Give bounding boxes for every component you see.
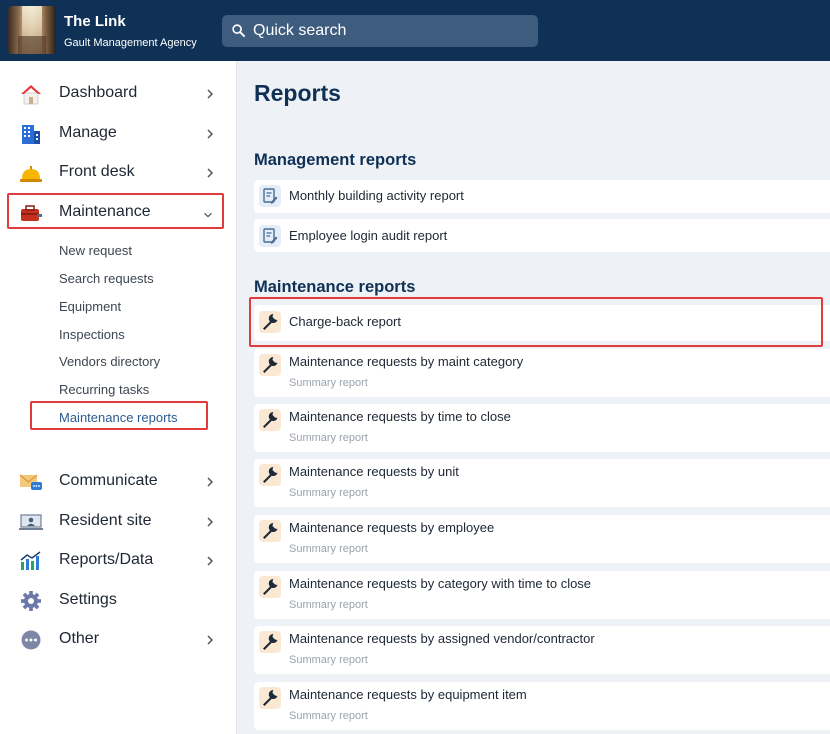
sidebar-item-label: Other xyxy=(59,630,100,647)
submenu-equipment[interactable]: Equipment xyxy=(59,299,121,314)
sidebar-item-other[interactable]: Other xyxy=(0,622,237,658)
computer-user-icon xyxy=(19,514,43,530)
chevron-right-icon xyxy=(207,129,214,139)
envelope-chat-icon xyxy=(19,474,42,490)
report-subtitle: Summary report xyxy=(289,377,368,389)
report-subtitle: Summary report xyxy=(289,710,368,722)
report-title: Maintenance requests by category with ti… xyxy=(289,576,592,591)
report-title: Maintenance requests by maint category xyxy=(289,354,524,369)
sidebar-item-label: Manage xyxy=(59,124,117,141)
section-title-management: Management reports xyxy=(254,151,417,169)
submenu-new-request[interactable]: New request xyxy=(59,243,132,258)
report-title: Maintenance requests by unit xyxy=(289,464,459,479)
report-title: Maintenance requests by equipment item xyxy=(289,687,527,702)
wrench-icon xyxy=(259,631,281,653)
report-card-by-equipment-item[interactable]: Maintenance requests by equipment item S… xyxy=(254,682,830,730)
document-edit-icon xyxy=(259,185,281,207)
search-icon xyxy=(232,24,245,37)
chevron-right-icon xyxy=(207,168,214,178)
report-card-monthly-building-activity[interactable]: Monthly building activity report xyxy=(254,180,830,213)
report-title: Employee login audit report xyxy=(289,228,448,243)
section-title-maintenance: Maintenance reports xyxy=(254,278,416,296)
report-subtitle: Summary report xyxy=(289,599,368,611)
submenu-recurring-tasks[interactable]: Recurring tasks xyxy=(59,382,149,397)
report-title: Maintenance requests by employee xyxy=(289,520,495,535)
sidebar: Dashboard Manage Front desk Maintenance … xyxy=(0,61,237,734)
sidebar-item-label: Front desk xyxy=(59,163,135,180)
report-card-by-time-to-close[interactable]: Maintenance requests by time to close Su… xyxy=(254,404,830,452)
gear-icon xyxy=(21,591,41,611)
wrench-icon xyxy=(259,576,281,598)
report-title: Maintenance requests by assigned vendor/… xyxy=(289,631,595,646)
sidebar-item-reports-data[interactable]: Reports/Data xyxy=(0,543,237,579)
report-card-by-unit[interactable]: Maintenance requests by unit Summary rep… xyxy=(254,459,830,507)
wrench-icon xyxy=(259,409,281,431)
more-icon xyxy=(21,630,41,650)
chevron-right-icon xyxy=(207,517,214,527)
sidebar-item-manage[interactable]: Manage xyxy=(0,116,237,152)
wrench-icon xyxy=(259,687,281,709)
highlight-box-maintenance-reports xyxy=(30,401,208,430)
sidebar-item-label: Dashboard xyxy=(59,84,138,101)
report-title: Monthly building activity report xyxy=(289,188,464,203)
report-card-by-category-time-to-close[interactable]: Maintenance requests by category with ti… xyxy=(254,571,830,619)
report-card-by-assigned-vendor[interactable]: Maintenance requests by assigned vendor/… xyxy=(254,626,830,674)
organization-logo[interactable] xyxy=(8,6,56,54)
report-card-by-maint-category[interactable]: Maintenance requests by maint category S… xyxy=(254,349,830,397)
highlight-box-maintenance xyxy=(7,193,224,229)
quick-search-label: Quick search xyxy=(253,22,347,39)
chevron-right-icon xyxy=(207,477,214,487)
sidebar-item-settings[interactable]: Settings xyxy=(0,583,237,619)
page-title: Reports xyxy=(254,80,341,106)
organization-subtitle: Gault Management Agency xyxy=(64,37,197,49)
sidebar-item-dashboard[interactable]: Dashboard xyxy=(0,76,237,112)
submenu-search-requests[interactable]: Search requests xyxy=(59,271,154,286)
sidebar-item-front-desk[interactable]: Front desk xyxy=(0,155,237,191)
sidebar-item-communicate[interactable]: Communicate xyxy=(0,464,237,500)
chart-icon xyxy=(20,551,41,570)
organization-title[interactable]: The Link xyxy=(64,13,126,30)
highlight-box-charge-back-report xyxy=(249,297,823,347)
sidebar-item-label: Reports/Data xyxy=(59,551,154,568)
report-subtitle: Summary report xyxy=(289,487,368,499)
report-title: Maintenance requests by time to close xyxy=(289,409,511,424)
top-bar: The Link Gault Management Agency Quick s… xyxy=(0,0,830,61)
sidebar-item-label: Resident site xyxy=(59,512,152,529)
report-subtitle: Summary report xyxy=(289,654,368,666)
sidebar-item-label: Communicate xyxy=(59,472,158,489)
chevron-right-icon xyxy=(207,556,214,566)
wrench-icon xyxy=(259,520,281,542)
building-icon xyxy=(22,125,40,144)
wrench-icon xyxy=(259,464,281,486)
submenu-vendors-directory[interactable]: Vendors directory xyxy=(59,354,160,369)
wrench-icon xyxy=(259,354,281,376)
report-subtitle: Summary report xyxy=(289,432,368,444)
report-subtitle: Summary report xyxy=(289,543,368,555)
sidebar-item-label: Settings xyxy=(59,591,117,608)
chevron-right-icon xyxy=(207,635,214,645)
chevron-right-icon xyxy=(207,89,214,99)
sidebar-item-resident-site[interactable]: Resident site xyxy=(0,504,237,540)
submenu-inspections[interactable]: Inspections xyxy=(59,327,125,342)
service-bell-icon xyxy=(20,166,42,182)
document-edit-icon xyxy=(259,225,281,247)
home-icon xyxy=(21,85,41,105)
quick-search-input[interactable]: Quick search xyxy=(222,15,538,47)
report-card-employee-login-audit[interactable]: Employee login audit report xyxy=(254,219,830,252)
report-card-by-employee[interactable]: Maintenance requests by employee Summary… xyxy=(254,515,830,563)
